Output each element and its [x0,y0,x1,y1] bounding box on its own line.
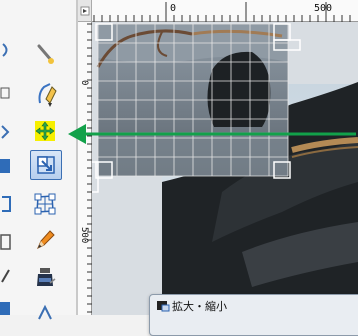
edge-widget[interactable] [0,300,14,320]
edge-widget[interactable] [0,156,14,176]
edge-widget[interactable] [0,266,14,286]
edge-widget[interactable] [0,84,14,104]
move-tool[interactable] [30,117,60,145]
cage-transform-icon [34,193,56,215]
scale-dialog-icon [157,301,170,312]
cage-transform-tool[interactable] [30,190,60,218]
edge-widget[interactable] [0,122,14,142]
ruler-label: 0 [79,80,89,86]
ruler-corner[interactable] [78,0,92,22]
image-canvas[interactable] [92,22,358,315]
triangle-menu-icon [80,6,90,16]
annotation-arrow [68,124,356,144]
edge-widget[interactable] [0,194,14,214]
dodge-burn-tool[interactable] [30,296,60,324]
scale-dialog-title: 拡大・縮小 [172,300,227,313]
scale-dialog[interactable]: 拡大・縮小 [149,294,358,336]
ink-pen-tool[interactable] [30,80,60,108]
ink-bottle-icon [37,268,56,286]
smudge-tool[interactable] [30,40,60,68]
ink-pen-icon [38,83,57,107]
edge-widget[interactable] [0,232,14,252]
move-icon [35,121,55,141]
pencil-tool[interactable] [30,226,60,254]
toolbox-panel [0,0,78,319]
vertical-ruler[interactable]: 0 500 [78,22,92,315]
ruler-label: 0 [170,3,177,14]
edge-widget[interactable] [0,40,14,60]
horizontal-ruler[interactable]: 0 500 [92,0,358,22]
ink-bottle-tool[interactable] [30,263,60,291]
ruler-label: 500 [314,3,333,14]
pencil-icon [37,230,55,250]
scale-tool[interactable] [30,150,62,180]
ruler-label: 500 [79,227,89,244]
scale-icon [37,156,55,174]
smudge-icon [37,44,54,64]
dodge-burn-icon [38,304,52,319]
